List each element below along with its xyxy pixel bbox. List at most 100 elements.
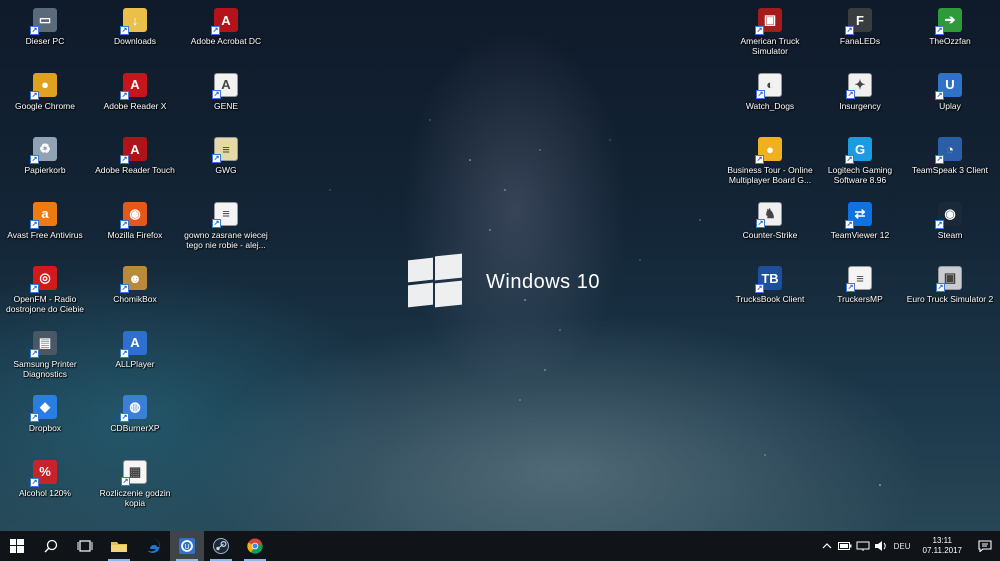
uplay-icon: U ↗ [935,72,962,100]
windows-logo-icon [404,253,464,311]
taskbar-file-explorer[interactable] [102,531,136,561]
desktop-shortcut-label: Avast Free Antivirus [7,229,83,240]
pdf-file-icon: A ↗ [212,72,238,99]
spreadsheet-file-icon: ▦ ↗ [121,459,147,486]
teamviewer-icon: ⇄ ↗ [845,201,872,229]
desktop-shortcut-label: ChomikBox [113,294,157,304]
clock-time: 13:11 [932,536,952,545]
desktop-shortcut[interactable]: ◉ ↗ Mozilla Firefox [89,196,181,256]
desktop-shortcut-label: Uplay [939,100,961,111]
desktop-shortcut[interactable]: ▣ ↗ Euro Truck Simulator 2 [904,260,996,320]
teamspeak-icon: ◔ ↗ [935,137,962,164]
acrobat-icon: A ↗ [211,8,238,35]
desktop-shortcut-label: Steam [937,229,963,240]
shortcut-arrow-icon: ↗ [30,26,39,35]
desktop-shortcut-label: Adobe Reader X [103,100,167,111]
edge-icon [147,538,161,553]
svg-text:U: U [184,544,189,551]
desktop-shortcut[interactable]: ◎ ↗ OpenFM - Radio dostrojone do Ciebie [0,260,91,320]
desktop-shortcut-label: Google Chrome [14,100,75,111]
desktop-shortcut-label: Alcohol 120% [19,487,71,498]
task-view-button[interactable] [68,531,102,561]
desktop-shortcut[interactable]: ● ↗ Google Chrome [0,67,91,127]
adobe-reader-touch-icon: A ↗ [120,137,147,164]
action-center-button[interactable] [970,531,1000,561]
speaker-icon [874,541,886,551]
desktop-shortcut[interactable]: A ↗ Adobe Reader X [89,67,181,127]
volume-button[interactable] [872,531,890,561]
desktop-shortcut-label: American Truck Simulator [740,36,800,56]
shortcut-arrow-icon: ↗ [935,26,944,35]
desktop-shortcut[interactable]: ♻ ↗ Papierkorb [0,131,91,191]
desktop-shortcut[interactable]: ▤ ↗ Samsung Printer Diagnostics [0,325,91,385]
desktop-shortcut-label: Logitech Gaming Software 8.96 [827,165,893,185]
desktop-shortcut[interactable]: ▭ ↗ Dieser PC [0,2,91,62]
desktop-shortcut[interactable]: ◍ ↗ CDBurnerXP [89,389,181,449]
shortcut-arrow-icon: ↗ [935,155,944,164]
desktop-shortcut[interactable]: ◆ ↗ Dropbox [0,389,91,449]
desktop-shortcut[interactable]: ◉ ↗ Steam [904,196,996,256]
desktop-shortcut-label: GWG [215,165,237,175]
desktop-shortcut[interactable]: A ↗ ALLPlayer [89,325,181,385]
desktop-shortcut[interactable]: a ↗ Avast Free Antivirus [0,196,91,256]
desktop-shortcut[interactable]: ⇄ ↗ TeamViewer 12 [814,196,906,256]
desktop-shortcut-label: Mozilla Firefox [107,229,163,240]
watchdogs-icon: ◐ ↗ [756,72,782,99]
search-button[interactable] [34,531,68,561]
shortcut-arrow-icon: ↗ [30,413,39,422]
desktop-shortcut[interactable]: A ↗ Adobe Acrobat DC [180,2,272,62]
desktop-shortcut[interactable]: ♞ ↗ Counter-Strike [724,196,816,256]
start-button[interactable] [0,531,34,561]
desktop-shortcut[interactable]: G ↗ Logitech Gaming Software 8.96 [814,131,906,191]
shortcut-arrow-icon: ↗ [30,348,39,358]
desktop-shortcut[interactable]: F ↗ FanaLEDs [814,2,906,62]
shortcut-arrow-icon: ↗ [935,90,944,100]
taskbar-chrome[interactable] [238,531,272,561]
desktop-shortcut[interactable]: A ↗ GENE [180,67,272,127]
desktop-shortcut[interactable]: ≡ ↗ TruckersMP [814,260,906,320]
desktop-shortcut[interactable]: ≡ ↗ gowno zasrane wiecej tego nie robie - … [180,196,272,256]
system-tray: DEU 13:11 07.11.2017 [818,531,1000,561]
shortcut-arrow-icon: ↗ [212,218,221,228]
desktop-shortcut[interactable]: ➔ ↗ TheOzzfan [904,2,996,62]
desktop-shortcut[interactable]: TB ↗ TrucksBook Client [724,260,816,320]
desktop-shortcut[interactable]: ✦ ↗ Insurgency [814,67,906,127]
search-icon [44,539,58,553]
desktop-shortcut[interactable]: ● ↗ Business Tour - Online Multiplayer Boa… [724,131,816,191]
desktop-shortcut-label: Euro Truck Simulator 2 [906,294,994,304]
chrome-icon: ● ↗ [30,72,57,100]
shortcut-arrow-icon: ↗ [30,477,39,487]
taskbar-steam[interactable] [204,531,238,561]
wallpaper-title: Windows 10 [486,270,600,293]
taskbar-edge[interactable] [136,531,170,561]
battery-button[interactable] [836,531,854,561]
desktop-shortcut[interactable]: ≡ ↗ GWG [180,131,272,191]
fanaleds-icon: F ↗ [845,8,872,35]
desktop-shortcut[interactable]: U ↗ Uplay [904,67,996,127]
desktop-shortcut-label: Dropbox [28,423,62,433]
desktop-shortcut[interactable]: ◔ ↗ TeamSpeak 3 Client [904,131,996,191]
desktop-shortcut[interactable]: ↓ ↗ Downloads [89,2,181,62]
input-language[interactable]: DEU [894,542,911,551]
desktop-shortcut[interactable]: A ↗ Adobe Reader Touch [89,131,181,191]
show-hidden-icons-button[interactable] [818,531,836,561]
clock-date: 07.11.2017 [922,546,962,555]
shortcut-arrow-icon: ↗ [30,90,39,100]
shortcut-arrow-icon: ↗ [845,155,854,164]
insurgency-icon: ✦ ↗ [846,72,872,99]
business-tour-icon: ● ↗ [755,137,782,164]
document-file-icon: ≡ ↗ [212,137,238,163]
desktop-shortcut[interactable]: ▣ ↗ American Truck Simulator [724,2,816,62]
desktop-shortcut-label: TheOzzfan [929,36,971,46]
taskbar-uplay[interactable]: U [170,531,204,561]
shortcut-arrow-icon: ↗ [120,26,129,35]
clock[interactable]: 13:11 07.11.2017 [923,536,962,556]
recycle-bin-icon: ♻ ↗ [30,137,57,164]
network-button[interactable] [854,531,872,561]
desktop-shortcut[interactable]: ☻ ↗ ChomikBox [89,260,181,320]
desktop-shortcut-label: Watch_Dogs [745,100,795,111]
desktop-shortcut[interactable]: % ↗ Alcohol 120% [0,454,91,514]
desktop-shortcut[interactable]: ◐ ↗ Watch_Dogs [724,67,816,127]
desktop-shortcut[interactable]: ▦ ↗ Rozliczenie godzin kopia [89,454,181,514]
shortcut-arrow-icon: ↗ [936,283,945,292]
